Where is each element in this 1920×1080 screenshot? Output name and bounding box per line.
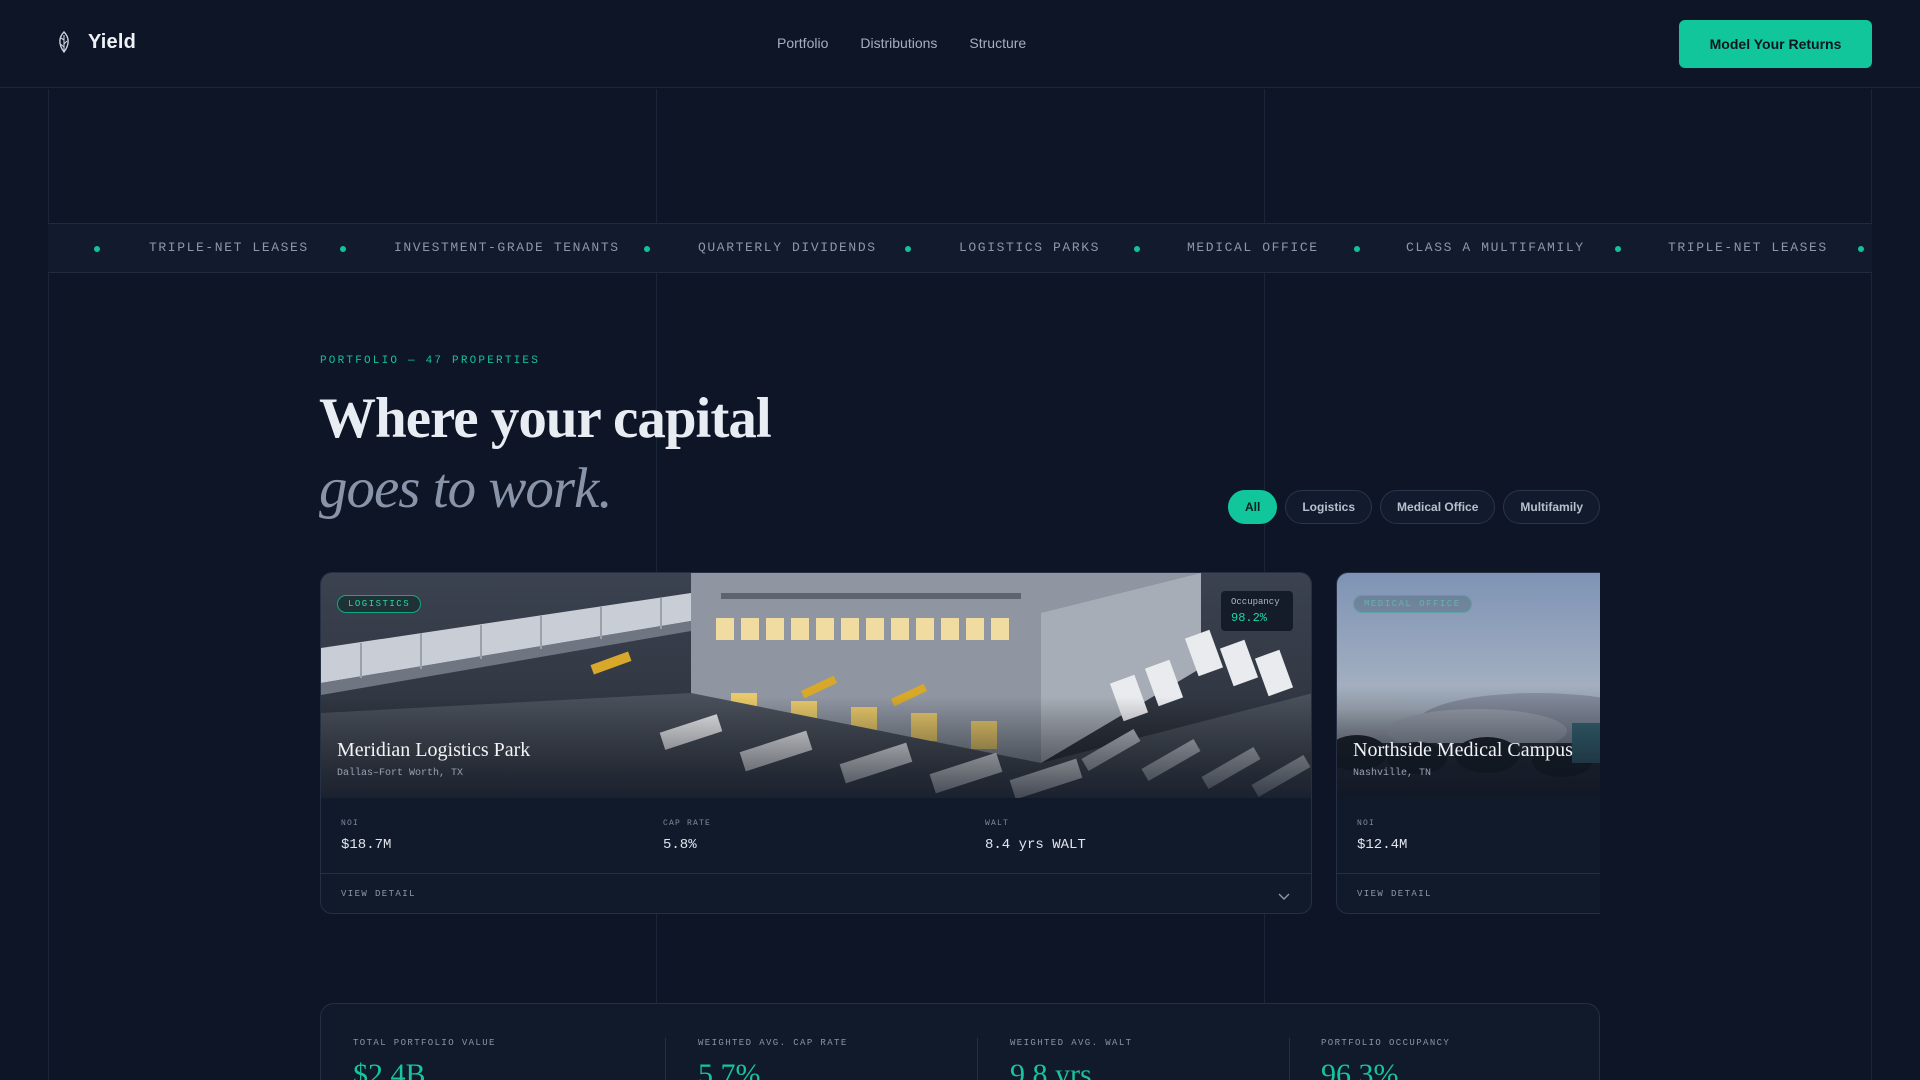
stat-cap-rate: WEIGHTED AVG. CAP RATE 5.7% — [698, 1038, 848, 1080]
ticker-item: TRIPLE-NET LEASES — [149, 240, 309, 255]
stat-value: 5.7% — [698, 1058, 761, 1080]
category-badge: LOGISTICS — [337, 595, 422, 613]
stat-total-value: TOTAL PORTFOLIO VALUE $2.4B — [353, 1038, 496, 1080]
metric-label: WALT — [985, 819, 1010, 828]
filter-medical-office[interactable]: Medical Office — [1380, 490, 1496, 524]
metric-walt: WALT 8.4 yrs WALT — [985, 819, 1086, 853]
site-header: Yield Portfolio Distributions Structure … — [0, 0, 1920, 88]
nav-portfolio[interactable]: Portfolio — [777, 35, 828, 51]
metric-value: 8.4 yrs WALT — [985, 837, 1086, 853]
property-name: Meridian Logistics Park — [337, 739, 531, 761]
ticker-item: CLASS A MULTIFAMILY — [1406, 240, 1585, 255]
metric-value: $18.7M — [341, 837, 392, 853]
filter-logistics[interactable]: Logistics — [1285, 490, 1373, 524]
portfolio-eyebrow: PORTFOLIO — 47 PROPERTIES — [320, 355, 541, 367]
brand-logo[interactable]: Yield — [54, 30, 136, 54]
feature-ticker: TRIPLE-NET LEASES INVESTMENT-GRADE TENAN… — [48, 223, 1872, 273]
ticker-dot — [1354, 246, 1360, 252]
view-detail-toggle[interactable]: VIEW DETAIL — [1337, 873, 1600, 913]
portfolio-stats: TOTAL PORTFOLIO VALUE $2.4B WEIGHTED AVG… — [320, 1003, 1600, 1080]
ticker-dot — [1858, 246, 1864, 252]
ticker-item: INVESTMENT-GRADE TENANTS — [394, 240, 620, 255]
ticker-dot — [1615, 246, 1621, 252]
stat-label: TOTAL PORTFOLIO VALUE — [353, 1038, 496, 1048]
card-viewport: MEDICAL OFFICE Northside Medical Campus … — [1336, 572, 1600, 916]
stat-value: 96.3% — [1321, 1058, 1399, 1080]
filter-multifamily[interactable]: Multifamily — [1503, 490, 1601, 524]
view-detail-label: VIEW DETAIL — [1357, 889, 1432, 899]
stat-walt: WEIGHTED AVG. WALT 9.8 yrs — [1010, 1038, 1132, 1080]
ticker-dot — [905, 246, 911, 252]
filter-all[interactable]: All — [1228, 490, 1278, 524]
property-location: Nashville, TN — [1353, 768, 1432, 779]
ticker-item: QUARTERLY DIVIDENDS — [698, 240, 877, 255]
metric-value: $12.4M — [1357, 837, 1408, 853]
stat-occupancy: PORTFOLIO OCCUPANCY 96.3% — [1321, 1038, 1450, 1080]
metric-label: NOI — [1357, 819, 1376, 828]
stat-value: $2.4B — [353, 1058, 426, 1080]
metric-noi: NOI $18.7M — [341, 819, 391, 853]
property-photo — [321, 573, 1311, 798]
ticker-item: TRIPLE-NET LEASES — [1668, 240, 1828, 255]
property-filters: All Logistics Medical Office Multifamily — [1228, 490, 1601, 524]
metric-cap-rate: CAP RATE 5.8% — [663, 819, 711, 853]
property-card[interactable]: LOGISTICS Occupancy 98.2% Meridian Logis… — [320, 572, 1312, 914]
category-badge: MEDICAL OFFICE — [1353, 595, 1472, 613]
page-subtitle: goes to work. — [319, 457, 613, 520]
divider — [665, 1038, 666, 1080]
stat-label: PORTFOLIO OCCUPANCY — [1321, 1038, 1451, 1048]
metric-label: CAP RATE — [663, 819, 712, 828]
chevron-down-icon[interactable] — [1277, 889, 1291, 903]
occupancy-badge: Occupancy 98.2% — [1221, 591, 1293, 631]
leaf-logo-icon — [59, 31, 69, 54]
property-card[interactable]: MEDICAL OFFICE Northside Medical Campus … — [1336, 572, 1600, 914]
stat-value: 9.8 yrs — [1010, 1058, 1092, 1080]
ticker-item: LOGISTICS PARKS — [959, 240, 1101, 255]
view-detail-label: VIEW DETAIL — [341, 889, 416, 899]
page-title: Where your capital — [319, 387, 772, 450]
ticker-dot — [1134, 246, 1140, 252]
stat-label: WEIGHTED AVG. WALT — [1010, 1038, 1133, 1048]
occupancy-value: 98.2% — [1231, 611, 1268, 625]
brand-name: Yield — [88, 30, 137, 53]
divider — [977, 1038, 978, 1080]
main-nav: Portfolio Distributions Structure — [777, 35, 1026, 51]
nav-structure[interactable]: Structure — [969, 35, 1026, 51]
ticker-item: MEDICAL OFFICE — [1187, 240, 1319, 255]
ticker-dot — [644, 246, 650, 252]
property-location: Dallas–Fort Worth, TX — [337, 768, 464, 779]
metric-noi: NOI $12.4M — [1357, 819, 1407, 853]
property-name: Northside Medical Campus — [1353, 739, 1573, 761]
view-detail-toggle[interactable]: VIEW DETAIL — [321, 873, 1311, 913]
metric-label: NOI — [341, 819, 360, 828]
stat-label: WEIGHTED AVG. CAP RATE — [698, 1038, 848, 1048]
model-returns-button[interactable]: Model Your Returns — [1679, 20, 1872, 68]
divider — [1289, 1038, 1290, 1080]
nav-distributions[interactable]: Distributions — [860, 35, 937, 51]
occupancy-label: Occupancy — [1231, 597, 1280, 607]
metric-value: 5.8% — [663, 837, 697, 853]
ticker-dot — [340, 246, 346, 252]
ticker-dot — [94, 246, 100, 252]
